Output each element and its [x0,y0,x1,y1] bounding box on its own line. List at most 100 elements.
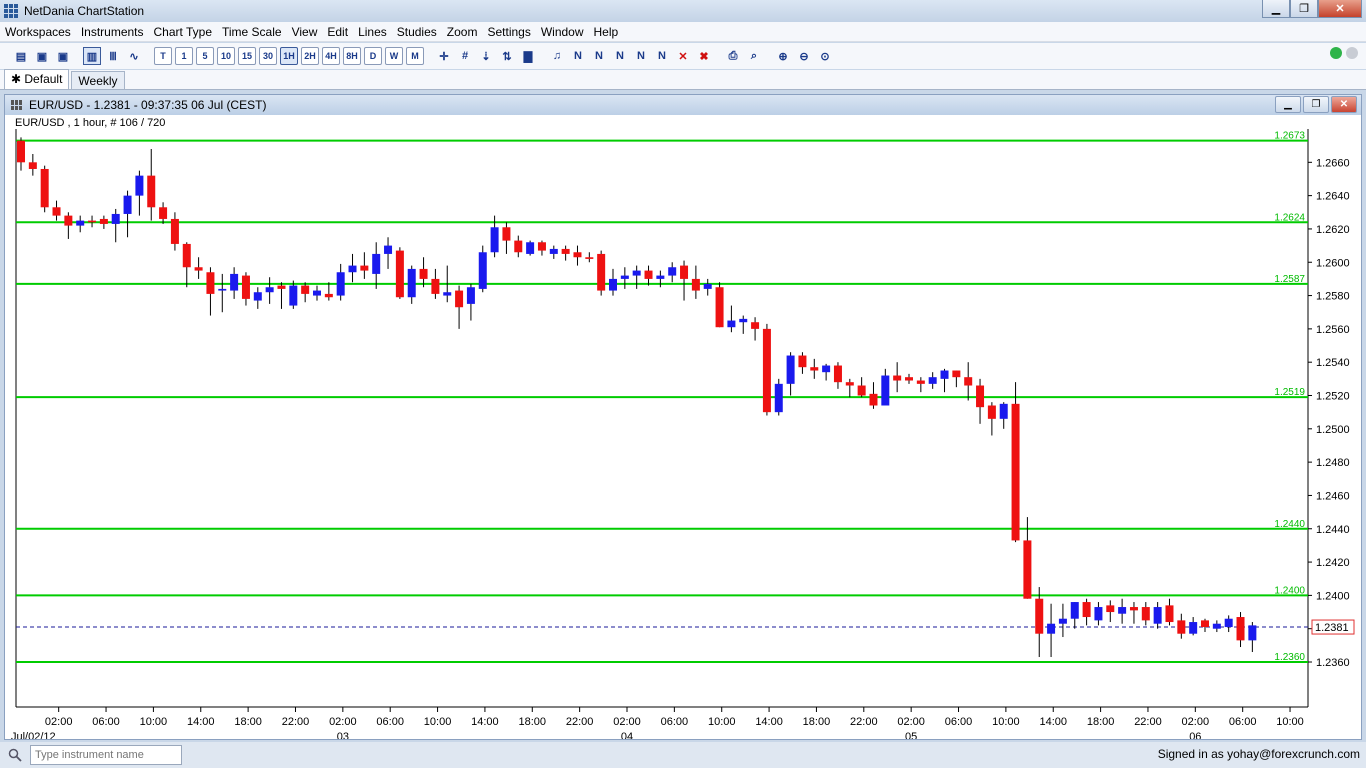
candle-body [1082,602,1091,618]
time-tick-label: 22:00 [850,716,878,728]
delete-line-icon[interactable]: N [653,47,671,65]
menu-view[interactable]: View [287,25,323,39]
level-label: 1.2587 [1274,274,1305,285]
studies-icon[interactable]: ⇅ [498,47,516,65]
time-tick-label: 22:00 [282,716,310,728]
timeframe-1h[interactable]: 1H [280,47,298,65]
candle-body [703,283,712,289]
new-document-icon[interactable]: ▤ [12,47,30,65]
price-tick-label: 1.2580 [1316,291,1350,303]
level-label: 1.2673 [1274,131,1305,142]
candle-body [64,215,73,226]
candle-body [1011,403,1020,541]
price-tick-label: 1.2600 [1316,257,1350,269]
menu-help[interactable]: Help [589,25,624,39]
trendline-icon[interactable]: N [569,47,587,65]
tab-default[interactable]: ✱ Default [4,69,70,89]
timeframe-day[interactable]: D [364,47,382,65]
print-icon[interactable]: ⎙ [724,47,742,65]
menu-time-scale[interactable]: Time Scale [217,25,287,39]
timeframe-week[interactable]: W [385,47,403,65]
volume-icon[interactable]: ▇ [519,47,537,65]
print-preview-icon[interactable]: ⌕ [745,47,763,65]
disconnected-status-icon [1346,47,1358,59]
alert-bell-icon[interactable]: ♫ [548,47,566,65]
save-all-icon[interactable]: ▣ [54,47,72,65]
zoom-fit-icon[interactable]: ⊙ [816,47,834,65]
menu-chart-type[interactable]: Chart Type [149,25,217,39]
timeframe-30m[interactable]: 30 [259,47,277,65]
time-tick-label: 02:00 [329,716,357,728]
timeframe-8h[interactable]: 8H [343,47,361,65]
candle-body [964,377,973,386]
candle-body [384,245,393,254]
time-tick-label: 02:00 [897,716,925,728]
candle-body [490,227,499,253]
timeframe-tick[interactable]: T [154,47,172,65]
menu-studies[interactable]: Studies [392,25,442,39]
app-titlebar: NetDania ChartStation ▁ ❐ ✕ [0,0,1366,22]
bar-chart-icon[interactable]: Ⅲ [104,47,122,65]
menu-lines[interactable]: Lines [353,25,392,39]
menu-instruments[interactable]: Instruments [76,25,149,39]
channel-icon[interactable]: N [590,47,608,65]
fibonacci-icon[interactable]: N [611,47,629,65]
candle-body [762,328,771,413]
save-icon[interactable]: ▣ [33,47,51,65]
candle-body [656,275,665,279]
timeframe-15m[interactable]: 15 [238,47,256,65]
candle-body [987,405,996,419]
delete-icon[interactable]: ✕ [674,47,692,65]
timeframe-1m[interactable]: 1 [175,47,193,65]
instrument-search-input[interactable] [30,745,182,765]
timeframe-2h[interactable]: 2H [301,47,319,65]
price-chart[interactable]: EUR/USD , 1 hour, # 106 / 720 1.2660 1.264… [5,115,1361,739]
candle-body [1035,598,1044,634]
menu-zoom[interactable]: Zoom [442,25,483,39]
candle-body [502,227,511,241]
candle-body [1224,618,1233,628]
signed-in-status: Signed in as yohay@forexcrunch.com [1157,747,1360,761]
candle-body [478,252,487,289]
candle-body [88,220,97,223]
timeframe-month[interactable]: M [406,47,424,65]
candlestick-chart-icon[interactable]: ▥ [83,47,101,65]
minimize-button[interactable]: ▁ [1262,0,1290,18]
candle-body [277,285,286,289]
time-tick-label: 06:00 [661,716,689,728]
zoom-out-icon[interactable]: ⊖ [795,47,813,65]
candle-body [253,292,262,301]
chart-restore-button[interactable]: ❐ [1303,96,1329,113]
candle-body [893,375,902,381]
candle-body [218,288,227,291]
line-chart-icon[interactable]: ∿ [125,47,143,65]
candle-body [407,268,416,298]
chart-window-title: EUR/USD - 1.2381 - 09:37:35 06 Jul (CEST… [29,98,267,112]
time-tick-label: 22:00 [566,716,594,728]
time-tick-label: 18:00 [519,716,547,728]
timeframe-4h[interactable]: 4H [322,47,340,65]
zoom-in-icon[interactable]: ⊕ [774,47,792,65]
chart-minimize-button[interactable]: ▁ [1275,96,1301,113]
chart-close-button[interactable]: ✕ [1331,96,1357,113]
level-label: 1.2400 [1274,585,1305,596]
close-button[interactable]: ✕ [1318,0,1362,18]
candle-body [230,273,239,291]
menu-workspaces[interactable]: Workspaces [0,25,76,39]
grid-icon[interactable]: # [456,47,474,65]
restore-button[interactable]: ❐ [1290,0,1318,18]
menu-window[interactable]: Window [536,25,589,39]
candle-body [170,218,179,244]
pointer-icon[interactable]: ⇣ [477,47,495,65]
time-tick-label: 02:00 [45,716,73,728]
tab-weekly[interactable]: Weekly [71,71,125,89]
time-tick-label: 10:00 [708,716,736,728]
menu-edit[interactable]: Edit [322,25,353,39]
timeframe-10m[interactable]: 10 [217,47,235,65]
candle-body [289,285,298,306]
gann-icon[interactable]: N [632,47,650,65]
timeframe-5m[interactable]: 5 [196,47,214,65]
crosshair-icon[interactable]: ✛ [435,47,453,65]
delete-all-icon[interactable]: ✖ [695,47,713,65]
menu-settings[interactable]: Settings [482,25,535,39]
